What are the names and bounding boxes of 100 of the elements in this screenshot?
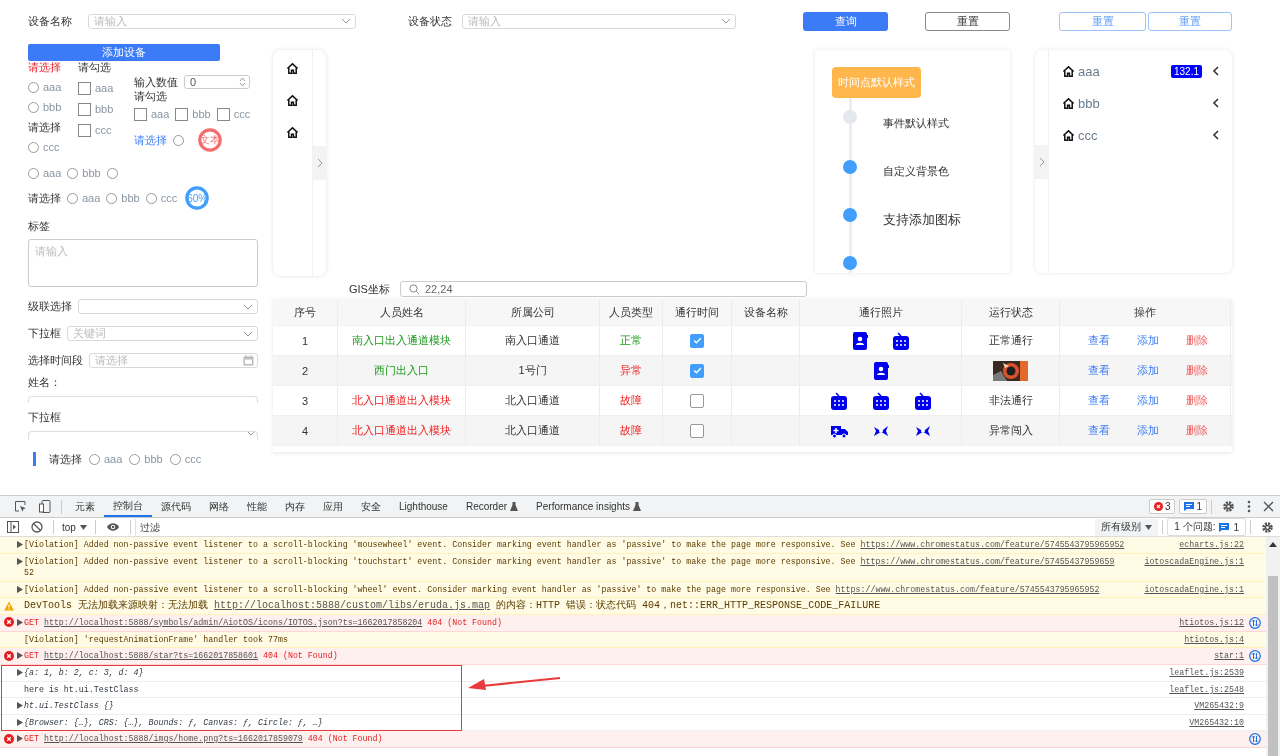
expand-arrow-icon[interactable] (16, 618, 23, 626)
radio-button[interactable] (28, 142, 39, 153)
more-options-icon[interactable] (1247, 500, 1251, 513)
delete-link[interactable]: 删除 (1186, 333, 1208, 348)
stepper-icon[interactable] (239, 77, 246, 87)
devtools-tab[interactable]: 性能 (238, 496, 276, 517)
close-icon[interactable] (1263, 501, 1274, 512)
radio-button[interactable] (106, 192, 118, 204)
source-link[interactable]: leaflet.js:2539 (1169, 668, 1244, 677)
action-link[interactable]: 查看 (1088, 393, 1110, 408)
expand-arrow-icon[interactable] (16, 702, 23, 710)
context-select[interactable]: top (58, 521, 91, 533)
action-link[interactable]: 查看 (1088, 363, 1110, 378)
sidebar-toggle-icon[interactable] (7, 521, 19, 533)
settings-icon[interactable] (1222, 500, 1235, 513)
devtools-tab[interactable]: 安全 (352, 496, 390, 517)
number-input[interactable]: 0 (184, 75, 250, 89)
menu-item[interactable]: ccc (1062, 119, 1222, 151)
select-field[interactable] (28, 431, 258, 440)
devtools-tab[interactable]: Lighthouse (390, 496, 457, 517)
console-link[interactable]: https://www.chromestatus.com/feature/5745543795965952 (835, 584, 1100, 594)
checkbox[interactable] (690, 393, 704, 408)
checkbox[interactable] (175, 108, 189, 121)
radio-button[interactable] (106, 168, 118, 179)
menu-item[interactable]: aaa 132.1 (1062, 55, 1222, 87)
checkbox[interactable] (134, 108, 147, 121)
radio-button[interactable] (28, 102, 39, 113)
settings-icon[interactable] (1261, 520, 1274, 534)
expand-arrow-icon[interactable] (16, 718, 23, 726)
radio-button[interactable] (67, 168, 79, 179)
devtools-tab[interactable]: 源代码 (152, 496, 200, 517)
source-link[interactable]: VM265432:10 (1189, 717, 1244, 727)
action-link[interactable]: 查看 (1088, 423, 1110, 438)
console-link[interactable]: http://localhost:5888/symbols/admin/AiotOS/icons/IOTOS.json?ts=1662017858204 (43, 617, 423, 627)
log-level-select[interactable]: 所有级别 (1095, 518, 1159, 536)
name-field[interactable] (28, 396, 258, 403)
action-link[interactable]: 添加 (1137, 363, 1159, 378)
checkbox[interactable] (690, 423, 704, 438)
clear-console-icon[interactable] (31, 521, 43, 533)
menu-item[interactable]: bbb (1062, 87, 1222, 119)
devtools-tab[interactable]: 内存 (276, 496, 314, 517)
home-nav-button[interactable] (286, 94, 300, 107)
source-link[interactable]: iotoscadaEngine.js:1 (1144, 584, 1244, 594)
console-link[interactable]: 52 (24, 567, 34, 579)
radio-button[interactable] (129, 453, 141, 465)
radio-button[interactable] (173, 134, 184, 146)
delete-link[interactable]: 删除 (1186, 393, 1208, 408)
reset-button[interactable]: 重置 (925, 11, 1010, 31)
checkbox[interactable] (216, 108, 230, 121)
eye-icon[interactable] (105, 522, 120, 532)
device-toolbar-icon[interactable] (39, 500, 51, 513)
expand-arrow-icon[interactable] (16, 541, 23, 549)
source-link[interactable]: star:1 (1214, 651, 1244, 660)
checkbox[interactable] (78, 103, 91, 116)
console-link[interactable]: https://www.chromestatus.com/feature/57455437959659 (860, 556, 1115, 566)
network-request-icon[interactable] (1249, 650, 1261, 662)
source-link[interactable]: htiotos.js:12 (1179, 617, 1244, 627)
search-field[interactable]: 22,24 (400, 281, 807, 297)
radio-button[interactable] (169, 453, 181, 465)
inspect-icon[interactable] (14, 500, 27, 513)
radio-button[interactable] (28, 82, 39, 93)
query-button[interactable]: 查询 (803, 11, 888, 31)
issues-button[interactable]: 1 个问题: 1 (1167, 518, 1246, 536)
action-link[interactable]: 查看 (1088, 333, 1110, 348)
cascader-field[interactable] (78, 299, 258, 314)
console-link[interactable]: http://localhost:5888/imgs/home.png?ts=1662017859079 (43, 734, 303, 743)
radio-button[interactable] (89, 453, 100, 465)
scrollbar[interactable] (1266, 537, 1280, 756)
expand-arrow-icon[interactable] (16, 652, 23, 660)
error-count-badge[interactable]: 3 (1148, 499, 1176, 514)
add-device-button[interactable]: 添加设备 (28, 44, 220, 61)
source-link[interactable]: VM265432:9 (1194, 701, 1244, 710)
devtools-tab[interactable]: 控制台 (104, 496, 152, 517)
checkbox[interactable] (690, 333, 704, 348)
home-nav-button[interactable] (286, 126, 300, 139)
action-link[interactable]: 添加 (1137, 393, 1159, 408)
console-link[interactable]: https://www.chromestatus.com/feature/5745543795965952 (860, 540, 1125, 549)
radio-button[interactable] (28, 168, 39, 179)
console-link[interactable]: http://localhost:5888/star?ts=1662017858601 (43, 651, 259, 660)
expand-arrow-icon[interactable] (16, 557, 23, 565)
source-link[interactable]: echarts.js:22 (1179, 540, 1244, 549)
source-link[interactable]: htiotos.js:4 (1184, 634, 1244, 644)
devtools-tab[interactable]: 元素 (66, 496, 104, 517)
scroll-up-icon[interactable] (1269, 541, 1277, 547)
action-link[interactable]: 添加 (1137, 423, 1159, 438)
message-count-badge[interactable]: 1 (1179, 499, 1207, 514)
checkbox[interactable] (690, 363, 704, 378)
network-request-icon[interactable] (1249, 616, 1261, 629)
network-request-icon[interactable] (1249, 733, 1261, 745)
source-link[interactable]: leaflet.js:2548 (1169, 684, 1244, 694)
checkbox[interactable] (78, 82, 91, 95)
devtools-tab[interactable]: 应用 (314, 496, 352, 517)
radio-button[interactable] (67, 192, 78, 204)
radio-button[interactable] (145, 192, 157, 204)
source-link[interactable]: iotoscadaEngine.js:1 (1144, 556, 1244, 566)
expand-arrow-icon[interactable] (16, 669, 23, 677)
devtools-tab[interactable]: 网络 (200, 496, 238, 517)
home-nav-button[interactable] (286, 62, 300, 75)
devtools-tab[interactable]: Recorder (456, 496, 528, 517)
action-link[interactable]: 添加 (1137, 333, 1159, 348)
